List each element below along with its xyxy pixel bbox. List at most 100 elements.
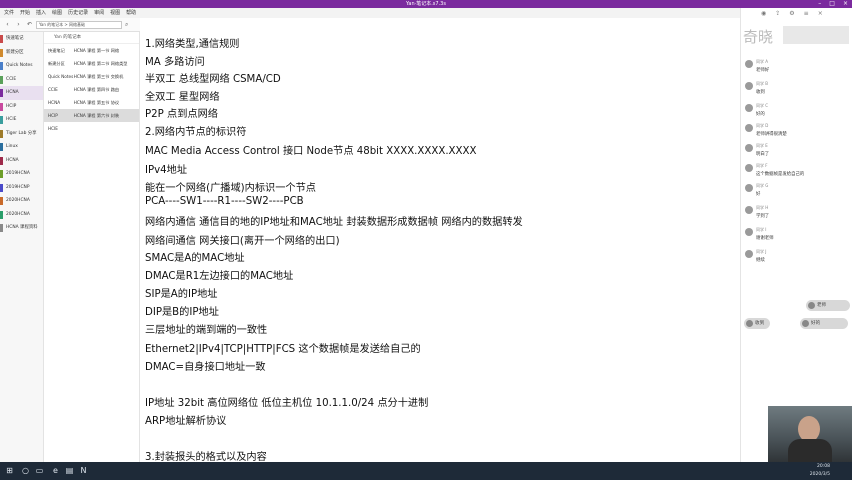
- avatar: [802, 320, 809, 327]
- undo-icon[interactable]: ↶: [25, 20, 34, 29]
- section-tab[interactable]: 2020HCNA: [0, 194, 43, 208]
- breadcrumb[interactable]: Yan 的笔记本 > 网络基础: [36, 21, 122, 29]
- sender-name: 同学 J: [756, 249, 767, 254]
- chat-bubble[interactable]: 收到: [744, 318, 770, 329]
- section-tab[interactable]: 2020HCNA: [0, 208, 43, 222]
- pages-header: Yan 的笔记本: [44, 32, 139, 44]
- page-item[interactable]: CCIE HCNA 课程 第四节 路由: [44, 83, 139, 96]
- avatar[interactable]: [745, 144, 753, 152]
- page-item[interactable]: HCIP HCNA 课程 第六节 封装: [44, 109, 139, 122]
- section-label: 2020HCNA: [6, 198, 30, 203]
- menu-home[interactable]: 开始: [20, 8, 30, 18]
- maximize-icon[interactable]: □: [829, 0, 835, 8]
- note-line: MA 多路访问: [145, 57, 205, 68]
- search-taskbar-icon[interactable]: ○: [20, 465, 31, 476]
- section-label: HCNA: [6, 90, 19, 95]
- note-line: 3.封装报头的格式以及内容: [145, 452, 267, 463]
- section-tab[interactable]: HCNA 课程资料: [0, 221, 43, 235]
- chat-bubble[interactable]: 好的: [800, 318, 848, 329]
- menu-icon[interactable]: ≡: [804, 8, 809, 20]
- menu-help[interactable]: 帮助: [126, 8, 136, 18]
- back-arrow-icon[interactable]: ‹: [3, 20, 12, 29]
- folder-icon[interactable]: ▤: [64, 465, 75, 476]
- note-canvas[interactable]: 1.网络类型,通信规则 MA 多路访问 半双工 总线型网络 CSMA/CD 全双工 星…: [140, 32, 740, 463]
- task-view-icon[interactable]: ▭: [34, 465, 45, 476]
- section-tab[interactable]: Linux: [0, 140, 43, 154]
- note-line: 网络内通信 通信目的地的IP地址和MAC地址 封装数据形成数据帧 网络内的数据转…: [145, 217, 523, 228]
- note-line: DMAC=自身接口地址一致: [145, 362, 266, 373]
- section-label: HCNA: [6, 157, 19, 163]
- avatar[interactable]: [745, 164, 753, 172]
- menu-history[interactable]: 历史记录: [68, 8, 88, 18]
- avatar[interactable]: [745, 250, 753, 258]
- minimize-icon[interactable]: –: [818, 0, 821, 8]
- share-icon[interactable]: ⇪: [775, 8, 780, 20]
- page-item[interactable]: HCIE: [44, 122, 139, 135]
- page-item[interactable]: 新建分区 HCNA 课程 第二节 网络类型: [44, 57, 139, 70]
- section-tab[interactable]: CCIE: [0, 73, 43, 87]
- onenote-icon[interactable]: N: [78, 465, 89, 476]
- menu-draw[interactable]: 绘图: [52, 8, 62, 18]
- section-tab[interactable]: HCNA: [0, 86, 43, 100]
- avatar[interactable]: [745, 184, 753, 192]
- bubble-text: 老师: [817, 303, 827, 308]
- window-title: Yan·笔记本.s7.3s: [406, 1, 446, 7]
- menu-file[interactable]: 文件: [4, 8, 14, 18]
- menu-review[interactable]: 审阅: [94, 8, 104, 18]
- settings-icon[interactable]: ⚙: [789, 8, 794, 20]
- close-panel-icon[interactable]: ×: [818, 8, 823, 20]
- page-section-name: CCIE: [48, 87, 58, 92]
- section-tab[interactable]: 快速笔记: [0, 32, 43, 46]
- onenote-window: Yan·笔记本.s7.3s – □ × 文件 开始 插入 绘图 历史记录 审阅 …: [0, 0, 852, 480]
- page-title: HCNA 课程 第五节 协议: [73, 100, 120, 105]
- section-tab[interactable]: HCIE: [0, 113, 43, 127]
- avatar[interactable]: [745, 60, 753, 68]
- section-tab[interactable]: 2019HCNA: [0, 167, 43, 181]
- page-item[interactable]: Quick Notes HCNA 课程 第三节 交换机: [44, 70, 139, 83]
- edge-icon[interactable]: e: [50, 465, 61, 476]
- section-label: HCIE: [6, 117, 17, 122]
- avatar[interactable]: [745, 124, 753, 132]
- page-item[interactable]: 快速笔记 HCNA 课程 第一节 网络: [44, 44, 139, 57]
- avatar[interactable]: [745, 104, 753, 112]
- section-color-bar: [0, 116, 3, 124]
- clock[interactable]: 20:08 2020/3/5: [810, 463, 830, 479]
- menu-insert[interactable]: 插入: [36, 8, 46, 18]
- clock-time: 20:08: [817, 464, 830, 469]
- avatar: [808, 302, 815, 309]
- chat-message: 同学 H 学到了: [743, 204, 851, 228]
- note-line: IPv4地址: [145, 165, 188, 176]
- section-label: 2020HCNA: [6, 211, 30, 217]
- note-line: SMAC是A的MAC地址: [145, 253, 245, 264]
- note-line: 2.网络内节点的标识符: [145, 127, 247, 138]
- message-text: 老师好: [756, 68, 770, 73]
- menu-view[interactable]: 视图: [110, 8, 120, 18]
- section-tab[interactable]: Quick Notes: [0, 59, 43, 73]
- page-item[interactable]: HCNA HCNA 课程 第五节 协议: [44, 96, 139, 109]
- note-line: IP地址 32bit 高位网络位 低位主机位 10.1.1.0/24 点分十进制: [145, 398, 429, 409]
- message-text: 明白了: [756, 152, 770, 157]
- avatar[interactable]: [745, 82, 753, 90]
- avatar[interactable]: [745, 206, 753, 214]
- section-label: CCIE: [6, 76, 17, 82]
- section-tab[interactable]: Tiger Lab 分享: [0, 127, 43, 141]
- section-tab[interactable]: HCIP: [0, 100, 43, 114]
- avatar[interactable]: [745, 228, 753, 236]
- close-icon[interactable]: ×: [843, 0, 848, 8]
- search-icon[interactable]: ⌕: [125, 21, 128, 29]
- chat-message: 同学 G 好: [743, 182, 851, 206]
- windows-start-icon[interactable]: ⊞: [4, 465, 15, 476]
- ribbon-menu: 文件 开始 插入 绘图 历史记录 审阅 视图 帮助: [0, 8, 852, 18]
- section-tab[interactable]: HCNA: [0, 154, 43, 168]
- message-text: 谢谢老师: [756, 236, 774, 241]
- section-color-bar: [0, 197, 3, 205]
- section-tab[interactable]: 2019HCNP: [0, 181, 43, 195]
- section-color-bar: [0, 75, 3, 84]
- chat-bubble[interactable]: 老师: [806, 300, 850, 311]
- bubble-text: 好的: [811, 321, 821, 326]
- taskbar: ⊞ ○ ▭ e ▤ N 20:08 2020/3/5: [0, 462, 852, 480]
- section-tab[interactable]: 新建分区: [0, 46, 43, 60]
- forward-arrow-icon[interactable]: ›: [14, 20, 23, 29]
- sender-name: 同学 A: [756, 59, 769, 64]
- camera-icon[interactable]: ◉: [761, 8, 766, 20]
